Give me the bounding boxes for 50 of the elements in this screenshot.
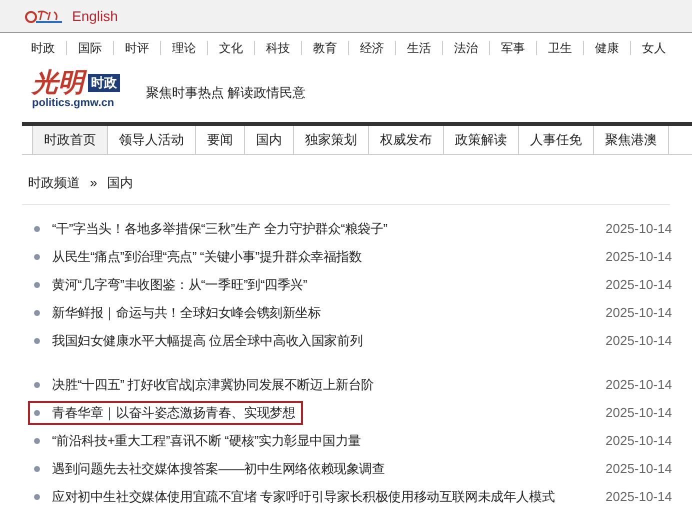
news-link[interactable]: 应对初中生社交媒体使用宜疏不宜堵 专家呼吁引导家长积极使用移动互联网未成年人模式 — [52, 487, 555, 507]
bullet-icon — [34, 338, 40, 344]
news-link[interactable]: 新华鲜报｜命运与共！全球妇女峰会镌刻新坐标 — [52, 303, 321, 323]
news-link[interactable]: 决胜“十四五” 打好收官战|京津冀协同发展不断迈上新台阶 — [52, 375, 374, 395]
breadcrumb-link[interactable]: 时政频道 — [28, 172, 80, 192]
news-link[interactable]: 从民生“痛点”到治理“亮点” “关键小事”提升群众幸福指数 — [52, 247, 362, 267]
channel-link[interactable]: 时评 — [114, 41, 161, 55]
channel-link[interactable]: 女人 — [631, 41, 677, 55]
language-link[interactable]: English — [72, 6, 118, 26]
bullet-icon — [34, 254, 40, 260]
news-date: 2025-10-14 — [606, 332, 672, 350]
news-link[interactable]: 黄河“几字弯”丰收图鉴：从“一季旺”到“四季兴” — [52, 275, 308, 295]
bullet-icon — [34, 494, 40, 500]
breadcrumb-separator: » — [90, 174, 98, 192]
bullet-icon — [34, 438, 40, 444]
channel-link[interactable]: 军事 — [490, 41, 537, 55]
news-date: 2025-10-14 — [606, 220, 672, 238]
slogan: 聚焦时事热点 解读政情民意 — [146, 84, 306, 102]
channel-link[interactable]: 法治 — [443, 41, 490, 55]
news-date: 2025-10-14 — [606, 304, 672, 322]
channel-link[interactable]: 科技 — [255, 41, 302, 55]
channel-link[interactable]: 文化 — [208, 41, 255, 55]
channel-link[interactable]: 经济 — [349, 41, 396, 55]
channel-link[interactable]: 教育 — [302, 41, 349, 55]
bullet-icon — [34, 382, 40, 388]
channel-link[interactable]: 健康 — [584, 41, 631, 55]
news-link[interactable]: “干”字当头！各地多举措保“三秋”生产 全力守护群众“粮袋子” — [52, 219, 388, 239]
site-logo: 光明 时政 politics.gmw.cn — [32, 69, 120, 109]
news-date: 2025-10-14 — [606, 460, 672, 478]
news-date: 2025-10-14 — [606, 432, 672, 450]
news-date: 2025-10-14 — [606, 248, 672, 266]
channel-link[interactable]: 卫生 — [537, 41, 584, 55]
channel-link[interactable]: 理论 — [161, 41, 208, 55]
bullet-icon — [34, 310, 40, 316]
news-date: 2025-10-14 — [606, 488, 672, 506]
channel-link[interactable]: 时政 — [20, 41, 67, 55]
channel-link[interactable]: 生活 — [396, 41, 443, 55]
channel-link[interactable]: 国际 — [67, 41, 114, 55]
news-date: 2025-10-14 — [606, 376, 672, 394]
bullet-icon — [34, 282, 40, 288]
news-date: 2025-10-14 — [606, 404, 672, 422]
bullet-icon — [34, 466, 40, 472]
news-date: 2025-10-14 — [606, 276, 672, 294]
news-link[interactable]: “前沿科技+重大工程”喜讯不断 “硬核”实力彰显中国力量 — [52, 431, 361, 451]
news-link[interactable]: 遇到问题先去社交媒体搜答案——初中生网络依赖现象调查 — [52, 459, 385, 479]
bullet-icon — [34, 226, 40, 232]
bullet-icon — [34, 410, 40, 416]
news-link[interactable]: 我国妇女健康水平大幅提高 位居全球中高收入国家前列 — [52, 331, 363, 351]
breadcrumb-link[interactable]: 国内 — [107, 172, 134, 192]
nav-tab[interactable]: 时政首页 — [32, 126, 108, 154]
